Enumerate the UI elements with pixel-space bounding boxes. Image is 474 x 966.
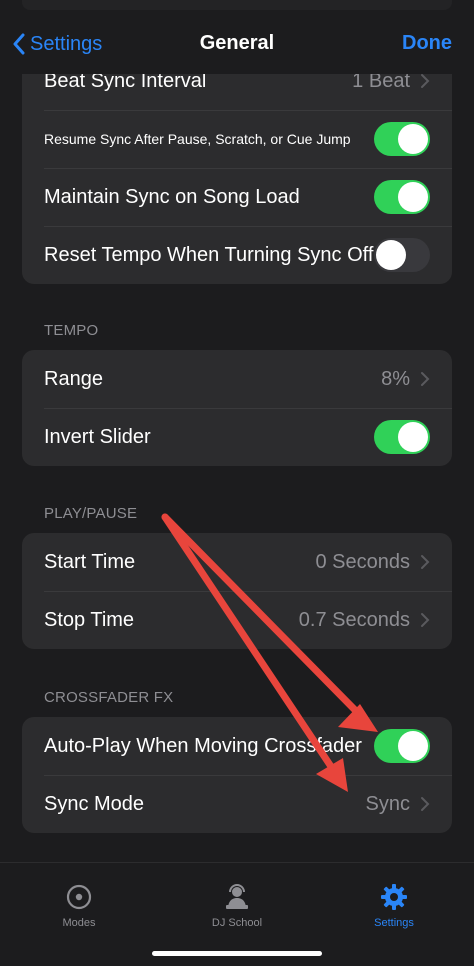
resume-sync-toggle[interactable] [374, 122, 430, 156]
toggle-knob [398, 182, 428, 212]
stop-time-row[interactable]: Stop Time 0.7 Seconds [22, 591, 452, 649]
row-value: 0.7 Seconds [298, 608, 410, 631]
resume-sync-row: Resume Sync After Pause, Scratch, or Cue… [22, 110, 452, 168]
chevron-right-icon [421, 797, 430, 811]
row-label: Reset Tempo When Turning Sync Off [44, 243, 374, 266]
range-row[interactable]: Range 8% [22, 350, 452, 408]
play-pause-group: Start Time 0 Seconds Stop Time 0.7 Secon… [22, 533, 452, 649]
invert-slider-toggle[interactable] [374, 420, 430, 454]
row-label: Stop Time [44, 608, 135, 631]
row-label: Maintain Sync on Song Load [44, 185, 300, 208]
tab-dj-school[interactable]: DJ School [177, 883, 297, 929]
row-value: Sync [365, 792, 410, 815]
dj-school-icon [177, 883, 297, 911]
tab-label: Settings [374, 917, 414, 929]
sync-mode-row[interactable]: Sync Mode Sync [22, 775, 452, 833]
row-value: 8% [381, 367, 410, 390]
row-label: Sync Mode [44, 792, 145, 815]
start-time-row[interactable]: Start Time 0 Seconds [22, 533, 452, 591]
tab-label: DJ School [211, 917, 263, 929]
auto-play-crossfader-toggle[interactable] [374, 729, 430, 763]
reset-tempo-row: Reset Tempo When Turning Sync Off [22, 226, 452, 284]
row-label: Invert Slider [44, 425, 151, 448]
tab-settings[interactable]: Settings [334, 883, 454, 929]
chevron-right-icon [421, 555, 430, 569]
navigation-bar: Settings General Done [0, 10, 474, 74]
section-header-play-pause: PLAY/PAUSE [44, 505, 138, 522]
row-value: 0 Seconds [315, 550, 410, 573]
sheet-top-edge [22, 0, 452, 10]
home-indicator [152, 951, 322, 956]
auto-play-crossfader-row: Auto-Play When Moving Crossfader [22, 717, 452, 775]
row-label: Range [44, 367, 103, 390]
toggle-knob [376, 240, 406, 270]
tab-label: Modes [62, 917, 96, 929]
crossfader-fx-group: Auto-Play When Moving Crossfader Sync Mo… [22, 717, 452, 833]
reset-tempo-toggle[interactable] [374, 238, 430, 272]
chevron-right-icon [421, 613, 430, 627]
toggle-knob [398, 731, 428, 761]
row-label: Auto-Play When Moving Crossfader [44, 734, 362, 757]
invert-slider-row: Invert Slider [22, 408, 452, 466]
maintain-sync-row: Maintain Sync on Song Load [22, 168, 452, 226]
tab-modes[interactable]: Modes [19, 883, 139, 929]
modes-icon [19, 883, 139, 911]
section-header-tempo: TEMPO [44, 322, 99, 339]
done-button[interactable]: Done [402, 32, 452, 55]
chevron-right-icon [421, 74, 430, 88]
row-label: Resume Sync After Pause, Scratch, or Cue… [44, 131, 351, 147]
sync-settings-group: Beat Sync Interval 1 Beat Resume Sync Af… [22, 52, 452, 284]
gear-icon [334, 883, 454, 911]
settings-sheet: Beat Sync Interval 1 Beat Resume Sync Af… [0, 0, 474, 966]
chevron-right-icon [421, 372, 430, 386]
toggle-knob [398, 124, 428, 154]
row-label: Start Time [44, 550, 136, 573]
maintain-sync-toggle[interactable] [374, 180, 430, 214]
tempo-group: Range 8% Invert Slider [22, 350, 452, 466]
section-header-crossfader-fx: CROSSFADER FX [44, 689, 174, 706]
toggle-knob [398, 422, 428, 452]
